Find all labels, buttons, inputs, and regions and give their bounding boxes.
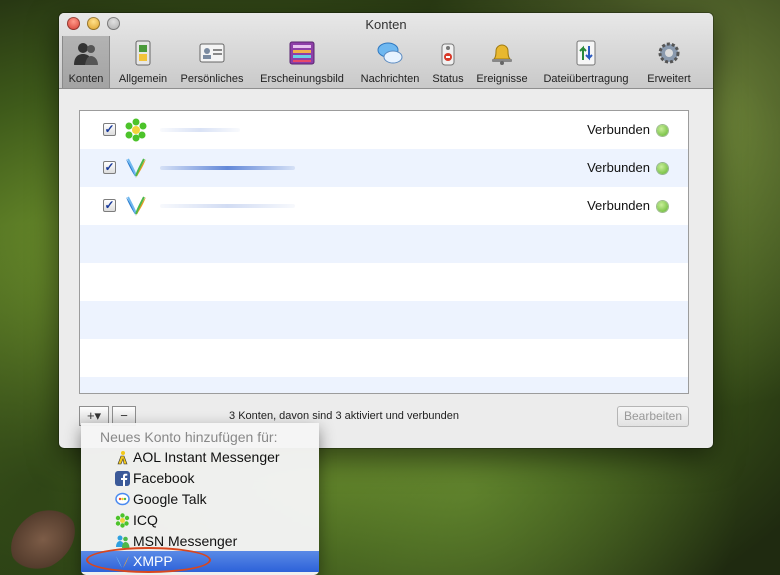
window-title: Konten xyxy=(365,17,407,32)
menu-item-aim[interactable]: AOL Instant Messenger xyxy=(81,447,319,468)
account-row[interactable]: ✓ Verbunden xyxy=(80,187,688,225)
tab-erscheinungsbild[interactable]: Erscheinungsbild xyxy=(253,36,351,88)
status-dot-icon xyxy=(657,201,668,212)
annotation-ellipse xyxy=(86,547,211,573)
empty-row xyxy=(80,339,688,377)
status-dot-icon xyxy=(657,125,668,136)
people-icon xyxy=(74,43,98,65)
switch-icon xyxy=(135,40,151,66)
account-status: Verbunden xyxy=(587,160,650,175)
menu-item-google-talk[interactable]: Google Talk xyxy=(81,489,319,510)
account-name-redacted xyxy=(160,166,295,170)
menu-item-facebook[interactable]: Facebook xyxy=(81,468,319,489)
status-dot-icon xyxy=(657,163,668,174)
tab-allgemein[interactable]: Allgemein xyxy=(113,36,173,88)
account-list[interactable]: ✓ Verbunden ✓ Verbunden ✓ Verbunden xyxy=(79,110,689,394)
tab-dateiuebertragung[interactable]: Dateiübertragung xyxy=(536,36,636,88)
bell-icon xyxy=(492,44,512,65)
menu-header: Neues Konto hinzufügen für: xyxy=(100,429,278,445)
tab-status[interactable]: Status xyxy=(428,36,468,88)
gear-icon xyxy=(658,42,680,64)
tab-nachrichten[interactable]: Nachrichten xyxy=(355,36,425,88)
tab-konten[interactable]: Konten xyxy=(62,36,110,88)
google-talk-icon xyxy=(115,492,130,506)
tab-ereignisse[interactable]: Ereignisse xyxy=(471,36,533,88)
file-transfer-icon xyxy=(576,40,596,66)
account-row[interactable]: ✓ Verbunden xyxy=(80,111,688,149)
icq-icon xyxy=(115,513,130,528)
icq-flower-icon xyxy=(125,118,147,142)
empty-row xyxy=(80,225,688,263)
toolbar: Konten Konten Allgemein Persönliches Ers… xyxy=(59,13,713,89)
edit-button[interactable]: Bearbeiten xyxy=(617,406,689,427)
facebook-icon xyxy=(115,471,130,486)
account-status: Verbunden xyxy=(587,122,650,137)
xmpp-icon xyxy=(126,158,146,178)
preferences-window: Konten Konten Allgemein Persönliches Ers… xyxy=(59,13,713,448)
account-status: Verbunden xyxy=(587,198,650,213)
status-tag-icon xyxy=(441,43,455,66)
id-card-icon xyxy=(199,43,225,63)
account-row[interactable]: ✓ Verbunden xyxy=(80,149,688,187)
account-name-redacted xyxy=(160,204,295,208)
aim-icon xyxy=(117,451,128,465)
tab-erweitert[interactable]: Erweitert xyxy=(640,36,698,88)
chat-bubbles-icon xyxy=(377,42,403,64)
empty-row xyxy=(80,301,688,339)
tab-persoenliches[interactable]: Persönliches xyxy=(176,36,248,88)
accounts-summary: 3 Konten, davon sind 3 aktiviert und ver… xyxy=(229,410,459,422)
account-enabled-checkbox[interactable]: ✓ xyxy=(103,161,116,174)
menu-item-icq[interactable]: ICQ xyxy=(81,510,319,531)
xmpp-icon xyxy=(126,196,146,216)
account-enabled-checkbox[interactable]: ✓ xyxy=(103,199,116,212)
appearance-icon xyxy=(289,41,315,65)
account-name-redacted xyxy=(160,128,240,132)
empty-row xyxy=(80,263,688,301)
empty-row xyxy=(80,377,688,393)
account-enabled-checkbox[interactable]: ✓ xyxy=(103,123,116,136)
